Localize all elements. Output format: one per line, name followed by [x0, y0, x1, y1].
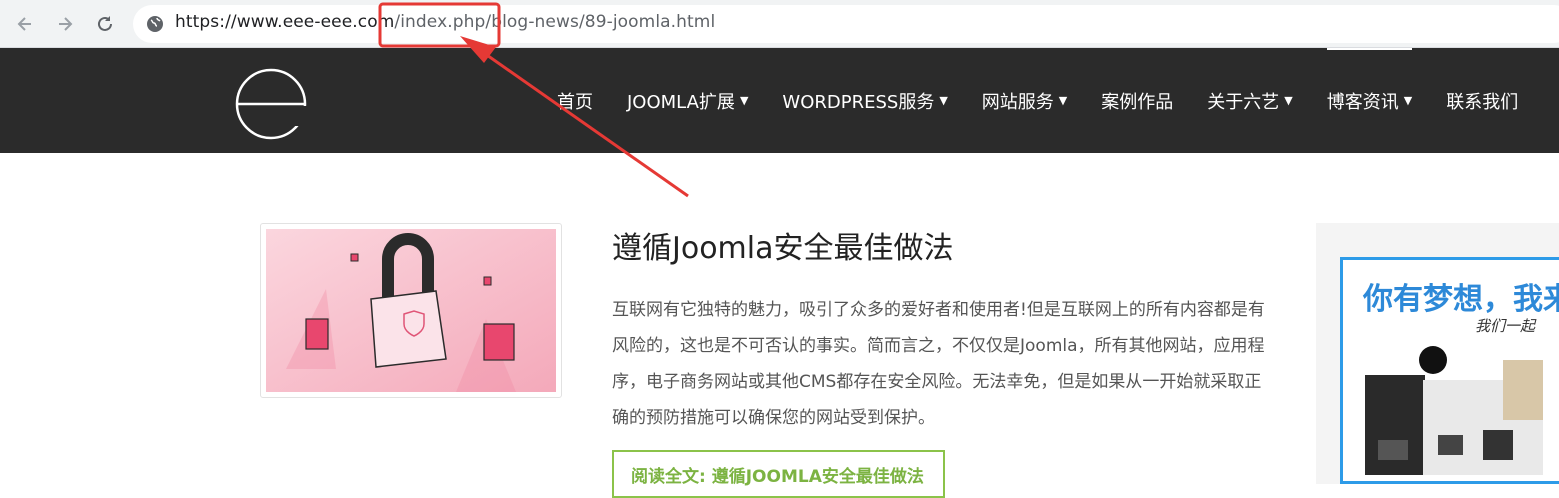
site-logo[interactable]: [233, 66, 311, 142]
menu-label: 首页: [557, 91, 593, 113]
caret-down-icon: ▼: [1284, 94, 1293, 107]
url-text: https://www.eee-eee.com/index.php/blog-n…: [175, 12, 715, 32]
menu-item-wordpress[interactable]: WORDPRESS服务 ▼: [782, 48, 947, 153]
menu-item-home[interactable]: 首页: [557, 48, 593, 153]
caret-down-icon: ▼: [739, 94, 749, 107]
menu-item-joomla[interactable]: JOOMLA扩展 ▼: [627, 48, 748, 153]
e-logo-icon: [235, 68, 311, 140]
menu-item-about[interactable]: 关于六艺 ▼: [1207, 48, 1292, 153]
menu-item-blog[interactable]: 博客资讯 ▼: [1326, 48, 1413, 153]
menu-label: JOOMLA扩展: [627, 91, 735, 113]
product-mockup-image: [1365, 346, 1543, 475]
browser-toolbar: https://www.eee-eee.com/index.php/blog-n…: [0, 0, 1559, 48]
menu-label: 博客资讯: [1326, 91, 1399, 113]
menu-item-portfolio[interactable]: 案例作品: [1101, 48, 1173, 153]
address-bar[interactable]: https://www.eee-eee.com/index.php/blog-n…: [133, 5, 1559, 43]
caret-down-icon: ▼: [939, 94, 948, 107]
back-arrow-icon[interactable]: [10, 9, 40, 39]
read-more-button[interactable]: 阅读全文: 遵循JOOMLA安全最佳做法: [612, 450, 945, 498]
article-excerpt: 互联网有它独特的魅力，吸引了众多的爱好者和使用者!但是互联网上的所有内容都是有风…: [612, 300, 1265, 428]
menu-label: 关于六艺: [1207, 91, 1280, 113]
site-header: 首页 JOOMLA扩展 ▼ WORDPRESS服务 ▼ 网站服务 ▼ 案例作品 关于六…: [0, 48, 1559, 153]
menu-label: WORDPRESS服务: [782, 91, 935, 113]
article-title[interactable]: 遵循Joomla安全最佳做法: [612, 223, 954, 267]
url-path: /index.php/blog-news/89-joomla.html: [394, 12, 716, 32]
menu-item-web-services[interactable]: 网站服务 ▼: [982, 48, 1067, 153]
padlock-illustration-icon: [266, 229, 556, 392]
reload-icon[interactable]: [90, 9, 120, 39]
url-host: https://www.eee-eee.com: [175, 12, 395, 32]
caret-down-icon: ▼: [1058, 94, 1068, 107]
security-lock-illustration: [266, 229, 556, 392]
menu-label: 案例作品: [1101, 91, 1174, 113]
article-thumbnail[interactable]: [260, 223, 562, 398]
sidebar-ad-banner[interactable]: 你有梦想，我来 我们一起: [1340, 257, 1559, 484]
globe-icon: [147, 16, 163, 32]
caret-down-icon: ▼: [1403, 94, 1413, 107]
menu-label: 联系我们: [1446, 91, 1519, 113]
menu-item-contact[interactable]: 联系我们: [1446, 48, 1518, 153]
forward-arrow-icon[interactable]: [50, 9, 80, 39]
main-menu: 首页 JOOMLA扩展 ▼ WORDPRESS服务 ▼ 网站服务 ▼ 案例作品 关于六…: [557, 48, 1552, 153]
main-content: 遵循Joomla安全最佳做法 互联网有它独特的魅力，吸引了众多的爱好者和使用者!…: [0, 153, 1559, 498]
menu-label: 网站服务: [981, 91, 1054, 113]
